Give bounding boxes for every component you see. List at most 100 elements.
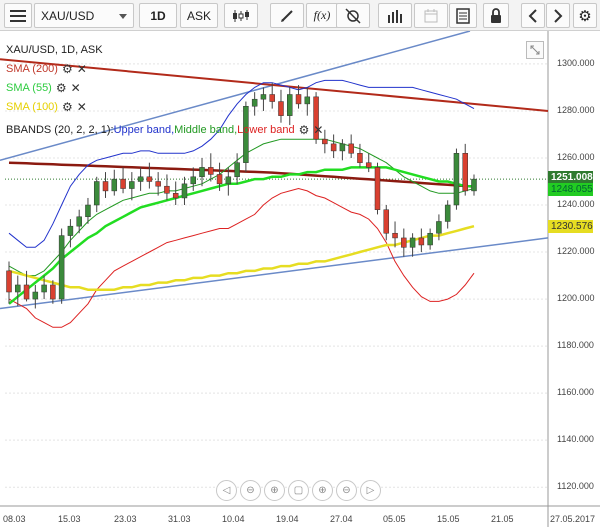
price-type-selector[interactable]: ASK (180, 3, 218, 28)
expand-icon (530, 45, 540, 55)
pan-left-button[interactable]: ◁ (216, 480, 237, 501)
bbands-lower: Lower band (237, 123, 295, 136)
candle-body (120, 178, 126, 189)
price-tick-label: 1120.000 (557, 481, 594, 492)
bb-lower-line (8, 187, 475, 328)
candle-body (129, 181, 135, 189)
candle-body (164, 185, 170, 194)
zoom-in-icon: ⊕ (270, 485, 279, 496)
close-icon[interactable]: ✕ (77, 100, 87, 114)
bbands-upper: Upper band, (113, 123, 175, 136)
crosshair-icon (345, 7, 361, 24)
date-tick-label: 05.05 (383, 514, 406, 524)
instrument-label: XAU/USD, 1D, ASK (6, 43, 103, 56)
scroll-right-button[interactable] (546, 3, 570, 28)
gear-icon: ⚙ (578, 7, 592, 25)
candle-body (23, 284, 30, 300)
indicator-label: SMA (200) (6, 62, 58, 75)
gear-icon[interactable]: ⚙ (62, 100, 73, 114)
candle-body (339, 143, 346, 152)
candle-body (76, 216, 82, 227)
candle-body (444, 204, 451, 222)
indicator-sma55: SMA (55) ⚙ ✕ (6, 78, 323, 97)
candle-body (383, 209, 390, 234)
indicator-legend: XAU/USD, 1D, ASK SMA (200) ⚙ ✕ SMA (55) … (6, 40, 323, 139)
candle-body (6, 270, 12, 293)
list-icon (456, 7, 470, 24)
bar-chart-icon (388, 9, 402, 23)
candle-body (357, 153, 363, 163)
indicator-bbands: BBANDS (20, 2, 2, 1): Upper band, Middle… (6, 120, 323, 139)
candle-body (234, 162, 240, 178)
zoom-out-button[interactable]: ⊖ (240, 480, 261, 501)
price-tick-label: 1300.000 (557, 57, 595, 68)
candle-body (374, 167, 381, 210)
candlestick-chart-icon (233, 9, 249, 22)
indicators-button[interactable]: f(x) (306, 3, 338, 28)
candle-body (453, 153, 460, 206)
triangle-left-icon: ◁ (222, 485, 231, 496)
candle-body (427, 232, 433, 246)
symbol-selector[interactable]: XAU/USD (34, 3, 134, 28)
close-icon[interactable]: ✕ (313, 123, 323, 137)
date-tick-label: 10.04 (222, 514, 245, 524)
candle-body (348, 143, 354, 154)
price-tick-label: 1220.000 (557, 246, 595, 257)
pan-right-button[interactable]: ▷ (360, 480, 381, 501)
zoom-out-icon: ⊖ (246, 485, 255, 496)
candle-body (418, 237, 425, 246)
zoom-fit-button[interactable]: ⊖ (336, 480, 357, 501)
reset-zoom-button[interactable]: ▢ (288, 480, 309, 501)
symbol-label: XAU/USD (41, 8, 95, 23)
pencil-icon (281, 9, 293, 22)
candle-body (392, 232, 398, 239)
chevron-left-icon (528, 8, 537, 23)
price-tick-label: 1240.000 (557, 199, 595, 209)
magnet-button[interactable] (336, 3, 370, 28)
date-tick-label: 23.03 (114, 514, 137, 524)
candle-body (67, 225, 74, 236)
timeframe-selector[interactable]: 1D (139, 3, 177, 28)
zoom-in-left-button[interactable]: ⊕ (264, 480, 285, 501)
bar-chart-button[interactable] (378, 3, 412, 28)
gear-icon[interactable]: ⚙ (299, 123, 310, 137)
candle-body (216, 174, 223, 185)
date-tick-label: 21.05 (491, 514, 514, 524)
sma55-price-tag: 1248.055 (548, 183, 593, 196)
zoom-in-button[interactable]: ⊕ (312, 480, 333, 501)
sma100-price-tag: 1230.576 (548, 220, 593, 233)
date-tick-label: 27.04 (330, 514, 353, 524)
indicator-label: SMA (55) (6, 81, 52, 94)
price-tick-label: 1160.000 (557, 387, 594, 398)
menu-button[interactable] (4, 3, 32, 28)
candle-body (41, 284, 47, 293)
timeframe-label: 1D (150, 8, 166, 23)
lock-button[interactable] (483, 3, 509, 28)
indicator-sma200: SMA (200) ⚙ ✕ (6, 59, 323, 78)
price-tick-label: 1180.000 (557, 340, 594, 351)
candle-body (462, 153, 468, 192)
chart-type-button[interactable] (224, 3, 258, 28)
candle-body (322, 138, 328, 145)
candle-body (50, 284, 56, 300)
date-tick-label: 15.05 (437, 514, 460, 524)
fx-icon: f(x) (313, 8, 331, 22)
calendar-button[interactable] (414, 3, 448, 28)
gear-icon[interactable]: ⚙ (56, 81, 67, 95)
chevron-down-icon (119, 14, 127, 19)
draw-tool-button[interactable] (270, 3, 304, 28)
close-icon[interactable]: ✕ (77, 62, 87, 76)
price-tick-label: 1140.000 (557, 434, 594, 445)
news-button[interactable] (449, 3, 477, 28)
candle-body (15, 284, 21, 293)
indicator-label: SMA (100) (6, 100, 58, 113)
settings-button[interactable]: ⚙ (573, 3, 597, 28)
zoom-fit-icon: ⊖ (342, 485, 351, 496)
expand-chart-button[interactable] (526, 41, 544, 59)
close-icon[interactable]: ✕ (71, 81, 81, 95)
gear-icon[interactable]: ⚙ (62, 62, 73, 76)
scroll-left-button[interactable] (521, 3, 545, 28)
candle-body (208, 167, 214, 175)
date-tick-label: 08.03 (3, 514, 26, 524)
candle-body (146, 176, 153, 182)
